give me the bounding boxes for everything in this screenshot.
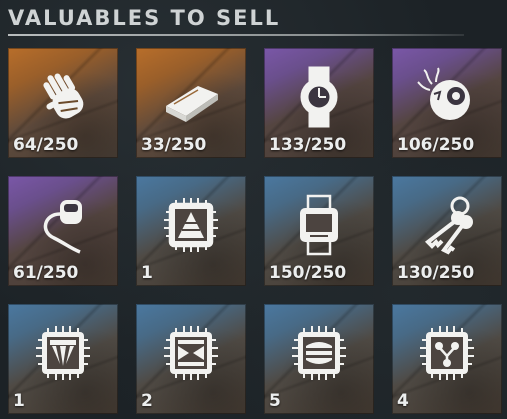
item-count: 2: [141, 391, 153, 411]
item-slot-chip-network[interactable]: 4: [392, 304, 502, 414]
item-slot-wristwatch[interactable]: 133/250: [264, 48, 374, 158]
item-count: 133/250: [269, 135, 347, 155]
item-count: 5: [269, 391, 281, 411]
item-slot-chip-pyramid[interactable]: 1: [136, 176, 246, 286]
hearing-aid-icon: [30, 192, 96, 258]
header-divider: [8, 34, 464, 36]
gold-bar-icon: [158, 64, 224, 130]
item-slot-gold-bar[interactable]: 33/250: [136, 48, 246, 158]
section-title: VALUABLES TO SELL: [8, 6, 281, 30]
wristwatch-icon: [286, 64, 352, 130]
item-slot-robot-eye[interactable]: 106/250: [392, 48, 502, 158]
item-count: 1: [13, 391, 25, 411]
item-count: 64/250: [13, 135, 79, 155]
gloved-hand-icon: [30, 64, 96, 130]
item-count: 4: [397, 391, 409, 411]
item-slot-chip-rays[interactable]: 1: [8, 304, 118, 414]
chip-pyramid-icon: [158, 192, 224, 258]
section-header: VALUABLES TO SELL: [8, 4, 464, 36]
robot-eye-icon: [414, 64, 480, 130]
chip-network-icon: [414, 320, 480, 386]
item-count: 61/250: [13, 263, 79, 283]
item-count: 150/250: [269, 263, 347, 283]
valuables-grid: 64/250 33/250 133/250 106/250 61/250 1 1…: [8, 48, 502, 414]
item-slot-digital-watch[interactable]: 150/250: [264, 176, 374, 286]
keys-icon: [414, 192, 480, 258]
item-count: 130/250: [397, 263, 475, 283]
item-slot-keys[interactable]: 130/250: [392, 176, 502, 286]
digital-watch-icon: [286, 192, 352, 258]
chip-stripes-icon: [286, 320, 352, 386]
item-slot-hearing-aid[interactable]: 61/250: [8, 176, 118, 286]
item-count: 106/250: [397, 135, 475, 155]
chip-rays-icon: [30, 320, 96, 386]
item-slot-chip-stripes[interactable]: 5: [264, 304, 374, 414]
chip-hourglass-icon: [158, 320, 224, 386]
item-count: 1: [141, 263, 153, 283]
item-count: 33/250: [141, 135, 207, 155]
item-slot-gloved-hand[interactable]: 64/250: [8, 48, 118, 158]
item-slot-chip-hourglass[interactable]: 2: [136, 304, 246, 414]
